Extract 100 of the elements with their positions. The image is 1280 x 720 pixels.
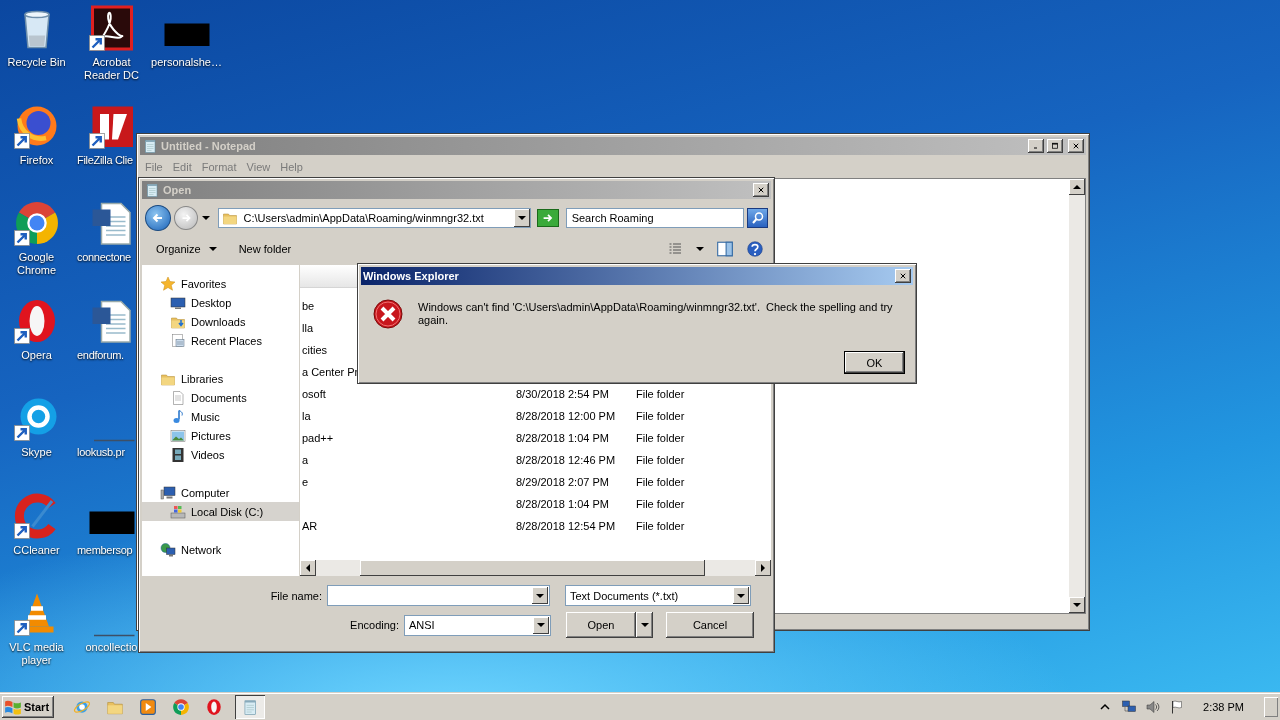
icon-label[interactable]: connectone — [77, 251, 131, 264]
scroll-bar[interactable] — [300, 560, 771, 576]
window-title: Windows Explorer — [363, 270, 459, 282]
field-label: Encoding: — [350, 619, 399, 631]
help-icon — [746, 240, 764, 258]
nav-item[interactable]: Documents — [142, 388, 299, 407]
file-name-field[interactable] — [327, 585, 550, 606]
computer-icon — [160, 484, 176, 501]
film-icon — [170, 446, 186, 463]
dropdown-button[interactable] — [533, 616, 549, 634]
ok-button[interactable]: OK — [844, 351, 905, 374]
chrome-icon — [172, 697, 190, 716]
search-icon — [749, 210, 766, 226]
icon-label[interactable]: membersop — [77, 543, 133, 557]
notepad-icon — [142, 138, 158, 154]
icon-label[interactable]: Firefox — [0, 153, 73, 167]
caret-icon — [306, 564, 310, 572]
monitor-icon — [170, 294, 186, 311]
file-type-dropdown[interactable]: Text Documents (*.txt) — [565, 585, 751, 606]
caret-icon — [737, 593, 745, 598]
star-icon — [160, 275, 176, 292]
dropdown-button[interactable] — [636, 612, 653, 638]
table-cell: File folder — [636, 498, 685, 510]
nav-item[interactable]: Favorites — [142, 274, 299, 293]
go-button[interactable] — [536, 209, 559, 227]
table-cell: 8/28/2018 12:54 PM — [516, 520, 616, 532]
nav-item[interactable]: Computer — [142, 483, 299, 502]
close-icon — [757, 186, 765, 194]
table-cell: 8/28/2018 12:00 PM — [516, 410, 616, 422]
notepad-icon — [144, 182, 160, 198]
caret-icon — [1073, 603, 1081, 607]
caret-icon — [696, 247, 704, 251]
search-button[interactable] — [747, 208, 768, 228]
close-button[interactable] — [895, 269, 911, 283]
caret-icon — [208, 247, 217, 251]
search-field[interactable]: Search Roaming — [565, 208, 745, 228]
window-title: Open — [163, 184, 192, 196]
icon-label[interactable]: Acrobat Reader DC — [75, 56, 148, 82]
caret-icon — [536, 593, 544, 598]
nav-item[interactable]: Pictures — [142, 426, 299, 445]
nav-item[interactable]: Network — [142, 540, 299, 559]
app-icon[interactable] — [12, 199, 61, 247]
table-cell: la — [302, 410, 311, 422]
document-icon — [170, 389, 186, 406]
table-cell: File folder — [636, 520, 685, 532]
table-cell: File folder — [636, 410, 685, 422]
caret-icon — [640, 623, 649, 627]
minimize-button[interactable] — [1028, 139, 1044, 153]
encoding-dropdown[interactable]: ANSI — [404, 614, 551, 636]
icon-label[interactable]: Opera — [0, 348, 73, 362]
table-cell: a — [302, 454, 309, 466]
dropdown-button[interactable] — [532, 587, 548, 604]
folder-icon — [221, 210, 238, 226]
close-button[interactable] — [1068, 139, 1084, 153]
icon-label[interactable]: FileZilla Clie — [77, 153, 133, 167]
caret-icon — [517, 216, 526, 220]
maximize-button[interactable] — [1047, 139, 1063, 153]
toolbar-button[interactable]: New folder — [232, 241, 298, 257]
icon-label[interactable]: Skype — [0, 446, 73, 459]
nav-item[interactable]: Desktop — [142, 293, 299, 312]
nav-item[interactable]: Recent Places — [142, 331, 299, 350]
show-desktop-button[interactable] — [1264, 696, 1278, 717]
icon-label[interactable]: lookusb.pr — [77, 446, 125, 459]
window-title: Untitled - Notepad — [161, 140, 256, 152]
dropdown-button[interactable] — [513, 209, 530, 227]
table-cell: 8/28/2018 12:46 PM — [516, 454, 616, 466]
network-icon — [160, 541, 176, 558]
scroll-bar[interactable] — [1069, 179, 1085, 613]
icon-label[interactable]: personalshe… — [150, 56, 223, 69]
close-button[interactable] — [753, 183, 769, 197]
icon-label[interactable]: Google Chrome — [0, 251, 73, 277]
music-note-icon — [170, 408, 186, 425]
dropdown-button[interactable] — [733, 587, 749, 604]
table-cell: cities — [302, 344, 328, 356]
nav-item[interactable]: Downloads — [142, 312, 299, 331]
icon-label[interactable]: Recycle Bin — [0, 56, 73, 69]
table-cell: File folder — [636, 476, 685, 488]
nav-item[interactable]: Music — [142, 407, 299, 426]
dialog-button[interactable]: Cancel — [666, 612, 754, 638]
back-button[interactable] — [145, 205, 171, 231]
table-cell: osoft — [302, 388, 326, 400]
close-icon — [1072, 142, 1080, 150]
app-icon[interactable] — [87, 4, 136, 52]
icon-label[interactable]: CCleaner — [0, 543, 73, 557]
start-button[interactable]: Start — [2, 695, 54, 718]
address-field[interactable]: C:\Users\admin\AppData\Roaming/winmngr32.txt — [217, 208, 531, 228]
table-cell: File folder — [636, 454, 685, 466]
caret-icon — [761, 564, 765, 572]
taskbar-button[interactable] — [235, 694, 265, 719]
network-icon[interactable] — [1121, 698, 1138, 715]
open-button[interactable]: Open — [566, 612, 636, 638]
table-cell: 8/29/2018 2:07 PM — [516, 476, 609, 488]
icon-label[interactable]: endforum. — [77, 348, 124, 362]
speaker-icon[interactable] — [1145, 698, 1162, 715]
clock[interactable]: 2:38 PM — [1203, 700, 1244, 713]
toolbar-button[interactable]: Organize — [150, 241, 223, 257]
nav-item[interactable]: Videos — [142, 445, 299, 464]
caret-icon — [201, 216, 210, 220]
nav-item[interactable]: Libraries — [142, 369, 299, 388]
nav-item[interactable]: Local Disk (C:) — [142, 502, 299, 521]
